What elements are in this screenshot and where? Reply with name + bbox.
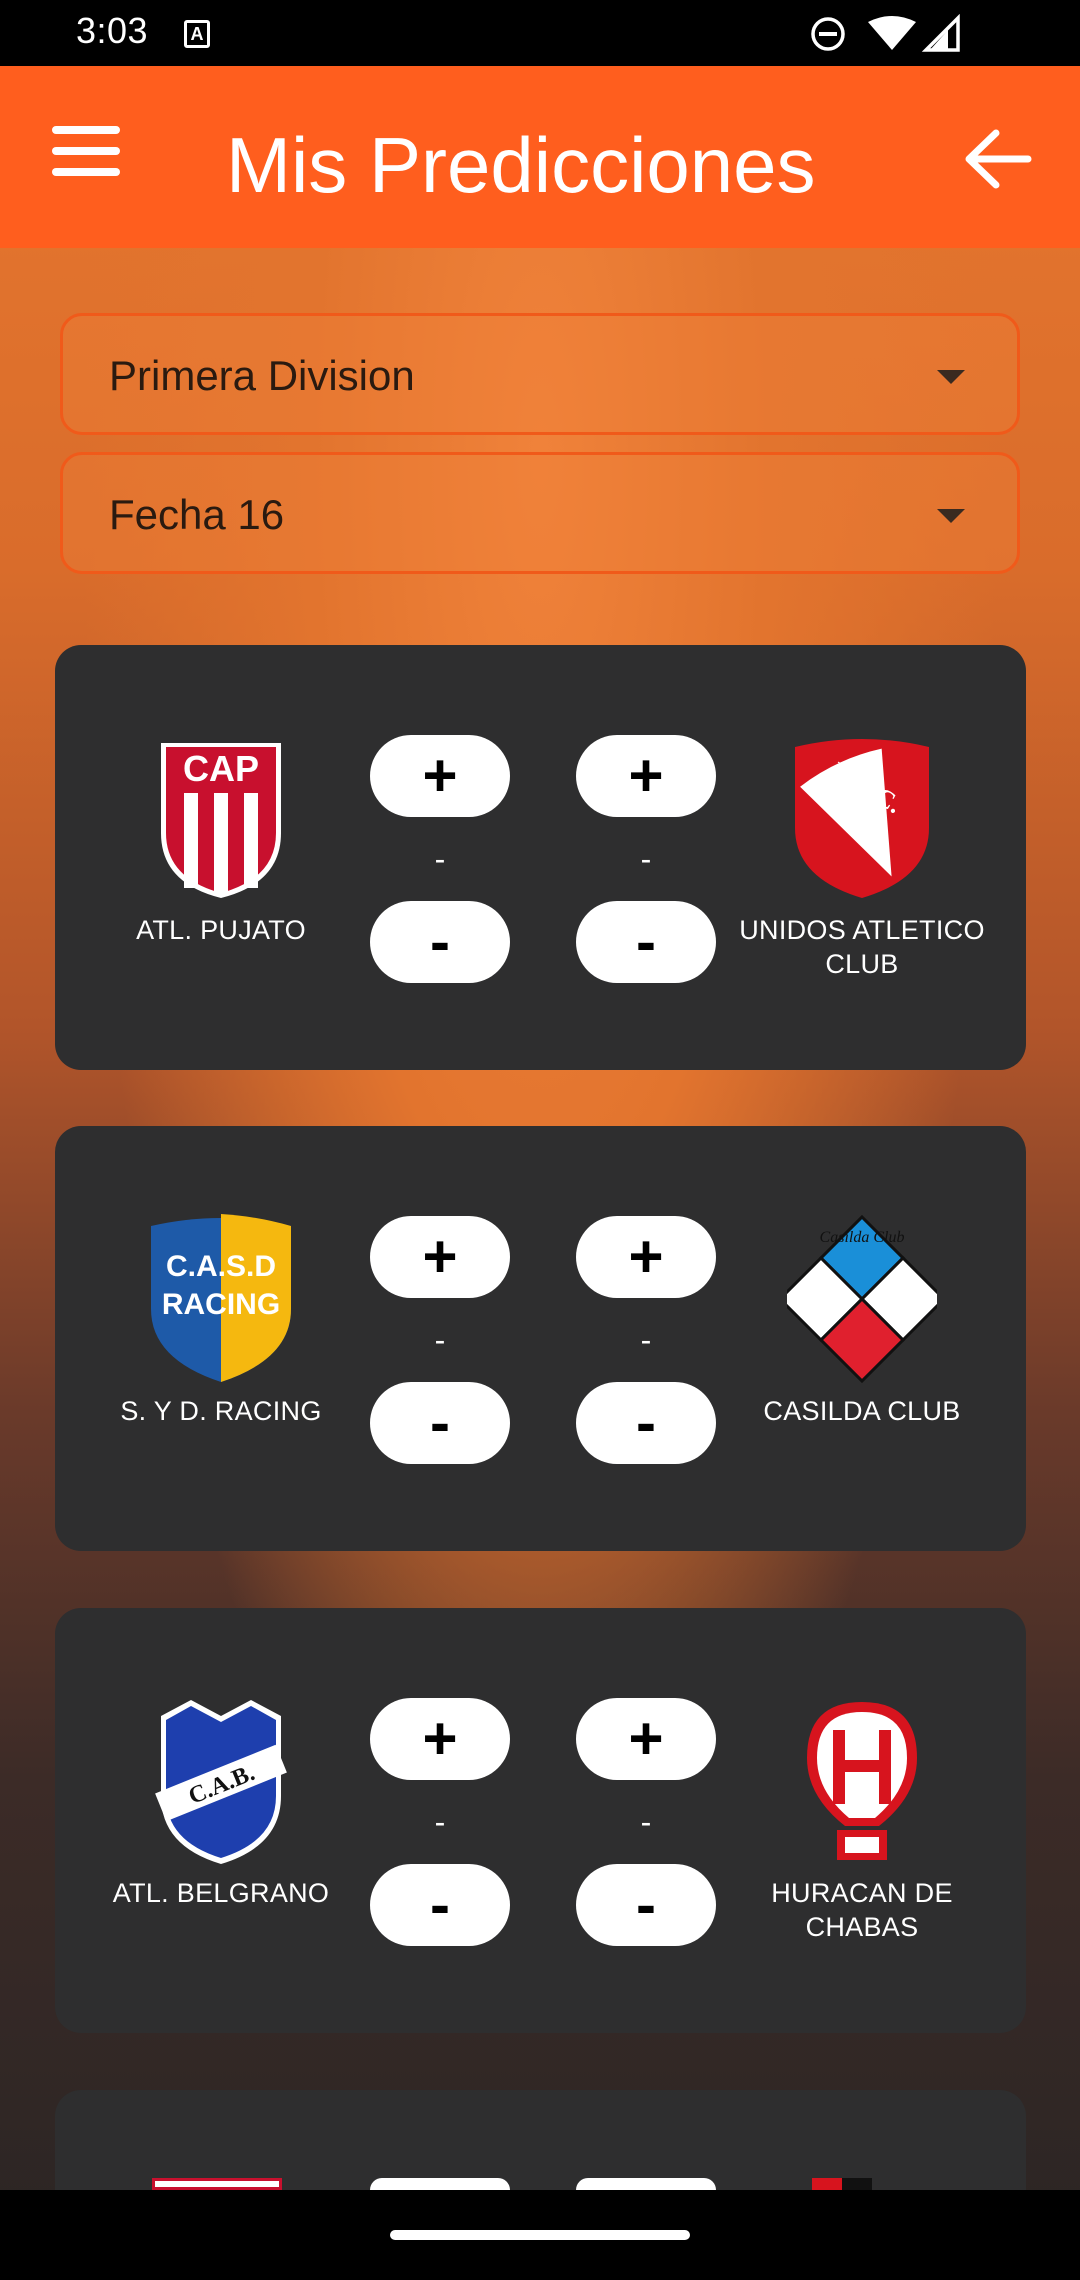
match-card: CAP ATL. PUJATO + - - + - - U.A.C. UNIDO… <box>55 645 1026 1070</box>
huracan-crest-icon <box>807 1702 917 1860</box>
away-team-name: CASILDA CLUB <box>763 1396 961 1426</box>
uac-crest-icon: U.A.C. <box>795 739 929 898</box>
cap-crest-icon: CAP <box>161 743 281 898</box>
home-minus-button[interactable]: - <box>370 1382 510 1464</box>
away-score: - <box>640 1804 652 1840</box>
status-bar: 3:03 A <box>0 0 1080 66</box>
league-selected: Primera Division <box>109 352 415 399</box>
home-gesture-handle[interactable] <box>390 2230 690 2240</box>
league-dropdown[interactable]: Primera Division <box>60 313 1020 435</box>
away-plus-button[interactable]: + <box>576 735 716 817</box>
away-team-name: HURACAN DE CHABAS <box>771 1878 953 1942</box>
signal-icon <box>921 14 960 52</box>
arrow-left-icon[interactable] <box>960 126 1032 192</box>
home-minus-button[interactable]: - <box>370 901 510 983</box>
system-icons <box>810 14 980 54</box>
away-score-stepper: + - - <box>576 735 716 983</box>
away-team: U.A.C. UNIDOS ATLETICO CLUB <box>732 733 992 981</box>
away-plus-button[interactable] <box>576 2178 716 2190</box>
casilda-club-crest-icon: Casilda Club <box>787 1214 937 1384</box>
away-plus-button[interactable]: + <box>576 1698 716 1780</box>
svg-text:RACING: RACING <box>162 1288 280 1321</box>
svg-text:C.A.S.D: C.A.S.D <box>166 1250 276 1283</box>
away-score-stepper: + - - <box>576 1698 716 1946</box>
hamburger-menu-icon[interactable] <box>52 126 122 186</box>
away-team-name: UNIDOS ATLETICO CLUB <box>739 915 985 979</box>
away-minus-button[interactable]: - <box>576 1864 716 1946</box>
away-score: - <box>640 1322 652 1358</box>
home-plus-button[interactable] <box>370 2178 510 2190</box>
svg-text:CAP: CAP <box>183 748 259 789</box>
away-crest-partial <box>812 2178 872 2190</box>
round-selected: Fecha 16 <box>109 491 285 538</box>
status-time: 3:03 <box>76 10 149 51</box>
wifi-icon <box>868 16 916 50</box>
navigation-bar <box>0 2190 1080 2280</box>
home-plus-button[interactable]: + <box>370 1698 510 1780</box>
home-team-name: S. Y D. RACING <box>120 1396 322 1426</box>
away-minus-button[interactable]: - <box>576 901 716 983</box>
home-score-stepper: + - - <box>370 735 510 983</box>
away-plus-button[interactable]: + <box>576 1216 716 1298</box>
app-bar: Mis Predicciones <box>0 66 1080 248</box>
home-score: - <box>434 1804 446 1840</box>
home-plus-button[interactable]: + <box>370 735 510 817</box>
home-score-stepper: + - - <box>370 1216 510 1464</box>
match-card <box>55 2090 1026 2190</box>
away-team: Casilda Club CASILDA CLUB <box>732 1214 992 1428</box>
away-score: - <box>640 841 652 877</box>
home-plus-button[interactable]: + <box>370 1216 510 1298</box>
home-team-name: ATL. BELGRANO <box>112 1878 330 1908</box>
cab-crest-icon: C.A.B. <box>155 1700 287 1864</box>
home-crest-partial <box>152 2178 282 2190</box>
casd-racing-crest-icon: C.A.S.D RACING <box>151 1214 291 1382</box>
home-team: CAP ATL. PUJATO <box>91 733 351 947</box>
home-team-name: ATL. PUJATO <box>136 915 306 945</box>
match-card: C.A.B. ATL. BELGRANO + - - + - - HURACAN… <box>55 1608 1026 2033</box>
svg-text:Casilda Club: Casilda Club <box>820 1229 905 1246</box>
home-score: - <box>434 841 446 877</box>
home-minus-button[interactable]: - <box>370 1864 510 1946</box>
home-team: C.A.S.D RACING S. Y D. RACING <box>91 1214 351 1428</box>
round-dropdown[interactable]: Fecha 16 <box>60 452 1020 574</box>
a-letter-icon: A <box>184 20 210 48</box>
caret-down-icon <box>937 370 965 384</box>
away-team: HURACAN DE CHABAS <box>732 1696 992 1944</box>
do-not-disturb-icon <box>811 17 845 51</box>
caret-down-icon <box>937 509 965 523</box>
home-score-stepper: + - - <box>370 1698 510 1946</box>
page-title: Mis Predicciones <box>226 121 816 209</box>
away-minus-button[interactable]: - <box>576 1382 716 1464</box>
match-card: C.A.S.D RACING S. Y D. RACING + - - + - … <box>55 1126 1026 1551</box>
home-team: C.A.B. ATL. BELGRANO <box>91 1696 351 1910</box>
away-score-stepper: + - - <box>576 1216 716 1464</box>
home-score: - <box>434 1322 446 1358</box>
